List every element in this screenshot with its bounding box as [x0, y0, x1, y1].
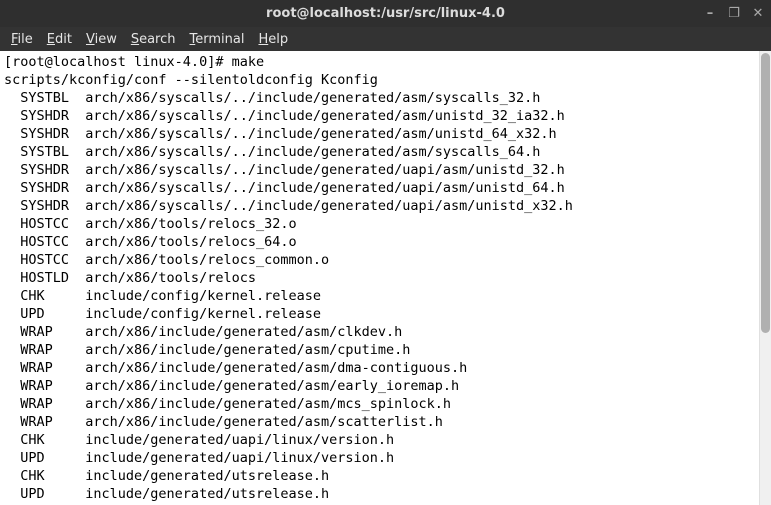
output-line: HOSTLD arch/x86/tools/relocs: [4, 269, 755, 287]
output-line: UPD include/generated/uapi/linux/version…: [4, 449, 755, 467]
scrollbar-thumb[interactable]: [761, 53, 770, 333]
output-line: CHK include/generated/utsrelease.h: [4, 467, 755, 485]
output-line: SYSTBL arch/x86/syscalls/../include/gene…: [4, 89, 755, 107]
menu-search[interactable]: Search: [126, 30, 181, 49]
output-line: SYSTBL arch/x86/syscalls/../include/gene…: [4, 143, 755, 161]
output-line: WRAP arch/x86/include/generated/asm/clkd…: [4, 323, 755, 341]
output-line: SYSHDR arch/x86/syscalls/../include/gene…: [4, 161, 755, 179]
output-line: CHK include/config/kernel.release: [4, 287, 755, 305]
output-line: HOSTCC arch/x86/tools/relocs_common.o: [4, 251, 755, 269]
menu-terminal[interactable]: Terminal: [185, 30, 250, 49]
output-line: SYSHDR arch/x86/syscalls/../include/gene…: [4, 197, 755, 215]
output-line: SYSHDR arch/x86/syscalls/../include/gene…: [4, 107, 755, 125]
window-controls: – ❐ ✕: [703, 0, 765, 27]
menu-file[interactable]: File: [6, 30, 38, 49]
output-line: HOSTCC arch/x86/tools/relocs_32.o: [4, 215, 755, 233]
prompt-line: [root@localhost linux-4.0]# make: [4, 53, 755, 71]
terminal-output[interactable]: [root@localhost linux-4.0]# makescripts/…: [0, 51, 759, 505]
terminal-area: [root@localhost linux-4.0]# makescripts/…: [0, 51, 771, 505]
menu-view[interactable]: View: [81, 30, 122, 49]
menu-help[interactable]: Help: [253, 30, 293, 49]
output-line: UPD include/generated/utsrelease.h: [4, 485, 755, 503]
output-line: scripts/kconfig/conf --silentoldconfig K…: [4, 71, 755, 89]
output-line: UPD include/config/kernel.release: [4, 305, 755, 323]
menu-edit[interactable]: Edit: [42, 30, 77, 49]
output-line: WRAP arch/x86/include/generated/asm/scat…: [4, 413, 755, 431]
output-line: SYSHDR arch/x86/syscalls/../include/gene…: [4, 179, 755, 197]
output-line: SYSHDR arch/x86/syscalls/../include/gene…: [4, 125, 755, 143]
output-line: CHK include/generated/uapi/linux/version…: [4, 431, 755, 449]
output-line: WRAP arch/x86/include/generated/asm/mcs_…: [4, 395, 755, 413]
close-icon[interactable]: ✕: [751, 6, 765, 21]
title-bar: root@localhost:/usr/src/linux-4.0 – ❐ ✕: [0, 0, 771, 27]
output-line: WRAP arch/x86/include/generated/asm/cput…: [4, 341, 755, 359]
output-line: WRAP arch/x86/include/generated/asm/dma-…: [4, 359, 755, 377]
window-title: root@localhost:/usr/src/linux-4.0: [0, 6, 771, 21]
output-line: WRAP arch/x86/include/generated/asm/earl…: [4, 377, 755, 395]
menu-bar: File Edit View Search Terminal Help: [0, 27, 771, 51]
scrollbar[interactable]: [759, 51, 771, 505]
output-line: HOSTCC arch/x86/tools/relocs_64.o: [4, 233, 755, 251]
minimize-icon[interactable]: –: [703, 6, 717, 21]
maximize-icon[interactable]: ❐: [727, 6, 741, 21]
